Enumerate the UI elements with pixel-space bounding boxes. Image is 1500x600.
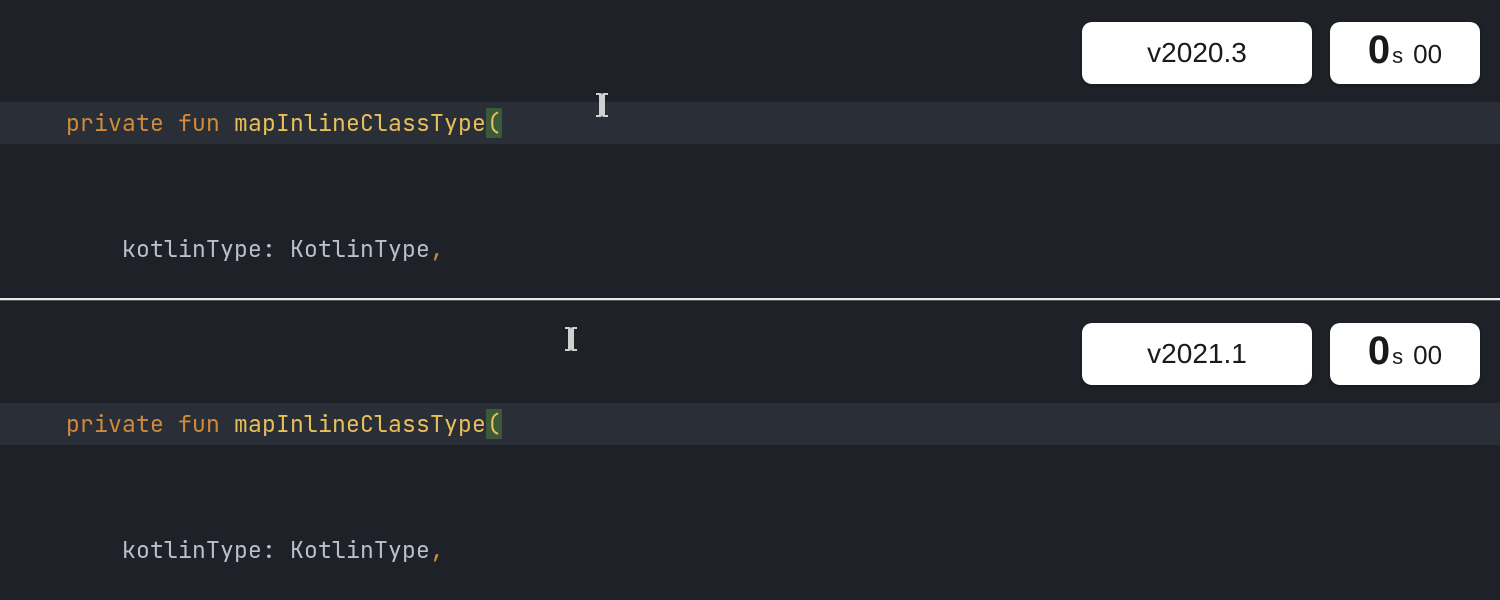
open-paren-icon: (: [486, 409, 502, 439]
timer-unit: s: [1392, 344, 1403, 370]
version-text: v2020.3: [1147, 37, 1247, 69]
timer-seconds: 0: [1368, 331, 1390, 371]
keyword-fun: fun: [178, 108, 220, 138]
editor-pane-bottom: v2021.1 0 s 00 private fun mapInlineClas…: [0, 300, 1500, 600]
function-name: mapInlineClassType: [234, 108, 486, 138]
code-line[interactable]: kotlinType: KotlinType,: [0, 228, 1500, 270]
param-type: KotlinType: [290, 234, 430, 264]
editor-pane-top: v2020.3 0 s 00 private fun mapInlineClas…: [0, 0, 1500, 300]
param-name: kotlinType: [122, 234, 262, 264]
code-line[interactable]: private fun mapInlineClassType(: [0, 102, 1500, 144]
keyword-private: private: [66, 409, 164, 439]
version-badge: v2020.3: [1082, 22, 1312, 84]
code-line[interactable]: private fun mapInlineClassType(: [0, 403, 1500, 445]
timer-ms: 00: [1413, 340, 1442, 371]
version-badge: v2021.1: [1082, 323, 1312, 385]
timer-seconds: 0: [1368, 30, 1390, 70]
timer-badge: 0 s 00: [1330, 22, 1480, 84]
keyword-fun: fun: [178, 409, 220, 439]
function-name: mapInlineClassType: [234, 409, 486, 439]
code-line[interactable]: kotlinType: KotlinType,: [0, 529, 1500, 571]
version-text: v2021.1: [1147, 338, 1247, 370]
timer-unit: s: [1392, 43, 1403, 69]
keyword-private: private: [66, 108, 164, 138]
open-paren-icon: (: [486, 108, 502, 138]
param-name: kotlinType: [122, 535, 262, 565]
timer-badge: 0 s 00: [1330, 323, 1480, 385]
timer-ms: 00: [1413, 39, 1442, 70]
param-type: KotlinType: [290, 535, 430, 565]
